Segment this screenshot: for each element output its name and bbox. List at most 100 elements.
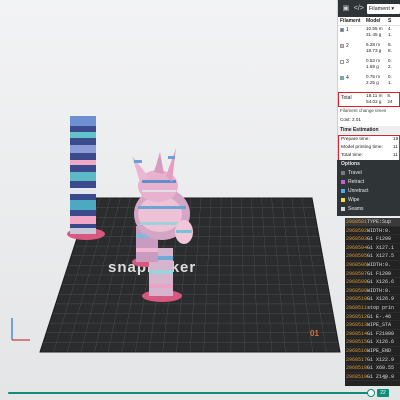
gcode-line-text: G1 X60.55 (367, 365, 395, 372)
gcode-line[interactable]: 2968505 G1 X127.5 (345, 252, 400, 261)
gcode-line-text: G1 X126.6 (367, 339, 395, 346)
filament-table-header: Filament Model S (338, 17, 400, 26)
gcode-line-number: 2968505 (346, 253, 368, 260)
gcode-line-text: G1 X126.6 (367, 279, 395, 286)
filament-index: 2 (346, 42, 349, 49)
option-item-retract[interactable]: Retract (337, 177, 400, 186)
layer-slider-value: 22 (377, 389, 389, 397)
filament-row: 2 6.28 m 18.73 g 8. 8. (338, 42, 400, 58)
gcode-line[interactable]: 2968512 G1 E-.46 (345, 313, 400, 322)
cube-icon[interactable]: ▣ (341, 4, 351, 14)
gcode-line-text: TYPE:Sup (367, 219, 392, 225)
prepare-time-label: Prepare time: (341, 137, 370, 142)
gcode-line-text: stop prin (367, 304, 395, 311)
total-side-2: 24 (387, 99, 393, 104)
gcode-line-text: G1 X127.1 (367, 244, 395, 251)
filament-color-swatch (340, 43, 344, 48)
gcode-line-number: 2968503 (346, 236, 368, 243)
option-item-wipe[interactable]: Wipe (337, 195, 400, 204)
layer-step-icon[interactable]: ▴ (380, 372, 390, 382)
gcode-line[interactable]: 2968508 G1 X126.6 (345, 278, 400, 287)
gcode-line[interactable]: 2968509 WIDTH:0. (345, 287, 400, 296)
prepare-time-value: 19 (393, 137, 399, 142)
option-item-seams[interactable]: Seams (337, 204, 400, 213)
gcode-line-number: 2968506 (346, 261, 368, 268)
code-view-icon[interactable]: </> (354, 4, 364, 14)
gcode-line-text: WIDTH:0. (367, 287, 392, 294)
filament-color-swatch (340, 75, 344, 80)
col-side: S (388, 18, 392, 24)
gcode-line[interactable]: 2968519 G1 Z149.9 (345, 373, 400, 382)
option-item-travel[interactable]: Travel (337, 168, 400, 177)
filament-rows: 1 10.55 m 31.45 g 4. 1. 2 6.28 m 18.73 g 8. 8. 3 0.… (338, 26, 400, 90)
gcode-line-text: WIPE_END (367, 347, 392, 354)
total-weight: 54.02 g (366, 99, 382, 104)
gcode-line-number: 2968501 (346, 219, 368, 225)
options-title: Options (341, 161, 360, 167)
filament-side-2: 1. (388, 32, 392, 37)
options-panel: Options Travel Retract Unretract Wipe Seams (337, 160, 400, 216)
view-type-value: Filament (368, 5, 390, 12)
gcode-line[interactable]: 2968517 G1 X122.9 (345, 356, 400, 365)
option-color-dot (341, 170, 345, 175)
gcode-line[interactable]: 2968516 WIPE_END (345, 347, 400, 356)
total-label: Total (341, 95, 352, 101)
filament-index: 3 (346, 58, 349, 65)
gcode-line[interactable]: 2968501 TYPE:Sup (345, 218, 400, 227)
view-type-dropdown[interactable]: Filament ▾ (366, 3, 400, 14)
gcode-viewer[interactable]: 2968501 TYPE:Sup 2968502 WIDTH:0. 2968503 G1 … (345, 218, 400, 386)
filament-change-note: Filament change times (340, 108, 387, 113)
gcode-line-number: 2968502 (346, 227, 368, 234)
option-label: Travel (348, 169, 362, 176)
gcode-line-text: WIDTH:0. (367, 261, 392, 268)
filament-side-2: 2. (388, 64, 392, 69)
option-color-dot (341, 206, 345, 211)
option-label: Retract (348, 178, 365, 185)
gcode-line-number: 2968508 (346, 279, 368, 286)
gcode-line-number: 2968509 (346, 287, 368, 294)
total-row: Total 18.11 m 54.02 g 8. 24 (338, 92, 400, 107)
gcode-line-number: 2968516 (346, 347, 368, 354)
total-time-value: 11 (393, 153, 398, 158)
model-time-value: 11 (393, 145, 398, 150)
filament-weight: 18.73 g (366, 48, 382, 53)
option-color-dot (341, 188, 345, 193)
filament-row: 1 10.55 m 31.45 g 4. 1. (338, 26, 400, 42)
filament-side-2: 1. (388, 80, 392, 85)
gcode-line[interactable]: 2968506 WIDTH:0. (345, 261, 400, 270)
gcode-line[interactable]: 2968515 G1 X126.6 (345, 338, 400, 347)
gcode-line[interactable]: 2968513 WIPE_STA (345, 321, 400, 330)
gcode-line[interactable]: 2968510 G1 X126.9 (345, 295, 400, 304)
gcode-line-number: 2968519 (346, 373, 368, 380)
gcode-line[interactable]: 2968502 WIDTH:0. (345, 227, 400, 236)
filament-weight: 2.25 g (366, 80, 379, 85)
gcode-line-number: 2968514 (346, 330, 368, 337)
option-label: Seams (348, 205, 364, 212)
panel-header: ▣ </> Filament ▾ (338, 0, 400, 17)
option-color-dot (341, 197, 345, 202)
gcode-line-number: 2968517 (346, 356, 368, 363)
time-estimation-box: Prepare time: 19 Model printing time: 11 T… (338, 135, 400, 161)
gcode-line-number: 2968511 (346, 304, 368, 311)
gcode-line[interactable]: 2968511 stop prin (345, 304, 400, 313)
filament-side-2: 8. (388, 48, 392, 53)
option-label: Unretract (348, 187, 369, 194)
gcode-line-text: G1 F1200 (367, 236, 392, 243)
layer-slider-track[interactable] (8, 392, 370, 394)
gcode-line-text: G1 X122.9 (367, 356, 395, 363)
gcode-line[interactable]: 2968518 G1 X60.55 (345, 364, 400, 373)
gcode-line[interactable]: 2968514 G1 F21000 (345, 330, 400, 339)
cost-value: Cost: 2.01 (340, 117, 361, 122)
gcode-line[interactable]: 2968503 G1 F1200 (345, 235, 400, 244)
gcode-line[interactable]: 2968504 G1 X127.1 (345, 244, 400, 253)
gcode-line-text: G1 F21000 (367, 330, 395, 337)
layer-slider-handle[interactable] (367, 389, 375, 397)
gcode-line-number: 2968518 (346, 365, 368, 372)
filament-color-swatch (340, 59, 344, 64)
option-color-dot (341, 179, 345, 184)
gcode-line-number: 2968507 (346, 270, 368, 277)
gcode-line[interactable]: 2968507 G1 F1200 (345, 270, 400, 279)
gcode-line-number: 2968512 (346, 313, 368, 320)
option-item-unretract[interactable]: Unretract (337, 186, 400, 195)
model-time-label: Model printing time: (341, 145, 383, 150)
